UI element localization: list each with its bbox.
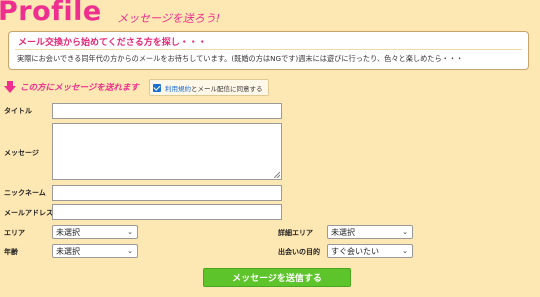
page-subtitle: メッセージを送ろう! <box>117 12 221 25</box>
purpose-select[interactable]: すぐ会いたい ⌄ <box>327 244 413 258</box>
nickname-label: ニックネーム <box>4 189 46 197</box>
checkbox-checked-icon[interactable] <box>153 83 161 92</box>
message-label: メッセージ <box>4 149 39 157</box>
intro-body: 実際にお会いできる同年代の方からのメールをお待ちしています。(既婚の方はNGです… <box>17 54 464 63</box>
send-message-label: この方にメッセージを送れます <box>4 80 139 94</box>
page-header: Profile メッセージを送ろう! <box>0 0 540 30</box>
page-title: Profile <box>0 0 102 27</box>
resize-handle-icon[interactable] <box>274 172 280 178</box>
chevron-down-icon: ⌄ <box>127 228 133 236</box>
area-select[interactable]: 未選択 ⌄ <box>52 225 138 239</box>
terms-link[interactable]: 利用規約 <box>165 83 191 93</box>
age-select[interactable]: 未選択 ⌄ <box>52 244 138 258</box>
purpose-label: 出会いの目的 <box>278 248 320 256</box>
chevron-down-icon: ⌄ <box>127 247 133 255</box>
intro-divider <box>15 49 522 50</box>
age-label: 年齢 <box>4 248 18 256</box>
send-message-button[interactable]: メッセージを送信する <box>203 268 351 287</box>
detail-area-select-value: 未選択 <box>331 227 355 237</box>
detail-area-select[interactable]: 未選択 ⌄ <box>327 225 413 239</box>
title-label: タイトル <box>4 107 32 115</box>
chevron-down-icon: ⌄ <box>402 228 408 236</box>
profile-intro-box: メール交換から始めてくださる方を探し・・・ 実際にお会いできる同年代の方からのメ… <box>8 31 529 70</box>
intro-heading: メール交換から始めてくださる方を探し・・・ <box>18 38 207 48</box>
age-select-value: 未選択 <box>56 246 80 256</box>
agree-text: とメール配信に同意する <box>191 84 263 93</box>
send-label-text: この方にメッセージを送れます <box>20 83 139 93</box>
purpose-select-value: すぐ会いたい <box>331 246 379 256</box>
email-input[interactable] <box>52 204 282 220</box>
agree-terms-checkbox[interactable]: 利用規約 とメール配信に同意する <box>149 79 269 96</box>
email-label: メールアドレス <box>4 209 53 217</box>
title-input[interactable] <box>52 103 282 119</box>
detail-area-label: 詳細エリア <box>278 229 313 237</box>
area-label: エリア <box>4 229 25 237</box>
pointing-hand-icon <box>4 81 16 93</box>
area-select-value: 未選択 <box>56 227 80 237</box>
message-textarea[interactable] <box>52 123 282 180</box>
chevron-down-icon: ⌄ <box>402 247 408 255</box>
nickname-input[interactable] <box>52 185 282 201</box>
